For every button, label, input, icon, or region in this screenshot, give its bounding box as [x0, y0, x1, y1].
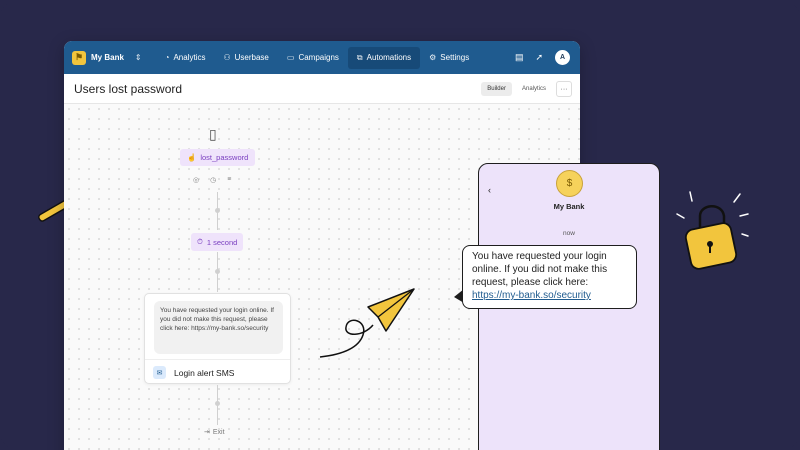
hand-pointer-icon: ☝: [187, 153, 197, 162]
sms-footer: ✉ Login alert SMS: [145, 359, 290, 385]
clock-icon[interactable]: ◷: [210, 176, 216, 184]
megaphone-icon: ▭: [286, 53, 295, 62]
automation-titlebar: Users lost password Builder Analytics ··…: [64, 74, 580, 104]
nav-userbase[interactable]: ⚇ Userbase: [214, 47, 277, 69]
filter-icon[interactable]: ≡: [227, 176, 231, 184]
message-icon: ✉: [153, 366, 166, 379]
connector-dot: [215, 208, 220, 213]
sms-preview: You have requested your login online. If…: [154, 301, 283, 354]
brand-name: My Bank: [91, 53, 124, 62]
bank-coin-icon: $: [556, 170, 583, 197]
exit-node[interactable]: ⇥ Exit: [204, 428, 225, 437]
connector-dot: [215, 269, 220, 274]
more-options-button[interactable]: ···: [556, 81, 572, 97]
nav-automations[interactable]: ⧉ Automations: [347, 46, 421, 69]
nav-label: Userbase: [234, 53, 269, 62]
view-controls: Builder Analytics ···: [481, 81, 572, 97]
gear-icon: ⚙: [429, 53, 437, 62]
sender-name: My Bank: [553, 202, 585, 211]
nav-label: Settings: [440, 53, 470, 62]
timer-icon: ⏱: [197, 237, 203, 246]
nav-analytics[interactable]: ◔ Analytics: [156, 47, 215, 69]
padlock-illustration: [676, 191, 749, 270]
trigger-label: lost_password: [200, 153, 249, 162]
users-icon: ⚇: [223, 53, 231, 62]
connector-dot: [215, 401, 220, 406]
sms-message-bubble: You have requested your login online. If…: [462, 245, 637, 309]
exit-label: Exit: [212, 428, 225, 436]
nav-campaigns[interactable]: ▭ Campaigns: [278, 47, 348, 69]
sms-label: Login alert SMS: [174, 367, 235, 378]
trigger-options: ◎ ◷ ≡: [193, 176, 231, 184]
target-icon[interactable]: ◎: [193, 176, 199, 184]
docs-icon[interactable]: ▤: [515, 52, 524, 63]
nav-settings[interactable]: ⚙ Settings: [420, 47, 478, 69]
message-time: now: [563, 230, 575, 237]
chevron-updown-icon: ⇕: [134, 53, 142, 62]
top-navbar: ⚑ My Bank ⇕ ◔ Analytics ⚇ Userbase ▭ Cam…: [64, 41, 580, 74]
analytics-tab[interactable]: Analytics: [516, 82, 552, 96]
paper-plane-illustration: [319, 288, 415, 358]
exit-icon: ⇥: [204, 429, 210, 436]
navbar-actions: ▤ ➚ A: [515, 41, 570, 74]
back-arrow-icon[interactable]: ‹: [488, 185, 491, 195]
trigger-node[interactable]: ☝ lost_password: [180, 149, 256, 166]
delay-node[interactable]: ⏱ 1 second: [191, 233, 244, 251]
security-link[interactable]: https://my-bank.so/security: [472, 290, 591, 301]
chart-icon: ◔: [164, 53, 170, 62]
delay-label: 1 second: [206, 237, 238, 247]
sms-node[interactable]: You have requested your login online. If…: [144, 293, 291, 384]
nav-label: Campaigns: [298, 53, 339, 62]
builder-tab[interactable]: Builder: [481, 82, 512, 96]
flow-icon: ⧉: [356, 52, 363, 62]
door-entry-icon: ▯: [209, 126, 217, 142]
bank-logo-icon: ⚑: [72, 50, 86, 65]
page-background: ⚑ My Bank ⇕ ◔ Analytics ⚇ Userbase ▭ Cam…: [0, 0, 800, 450]
automation-title[interactable]: Users lost password: [74, 82, 182, 96]
message-text: You have requested your login online. If…: [472, 251, 608, 288]
user-avatar[interactable]: A: [555, 50, 570, 65]
nav-label: Analytics: [173, 53, 206, 62]
nav-label: Automations: [366, 53, 412, 62]
rocket-icon[interactable]: ➚: [535, 52, 543, 63]
brand-switcher[interactable]: ⚑ My Bank ⇕: [72, 50, 142, 65]
